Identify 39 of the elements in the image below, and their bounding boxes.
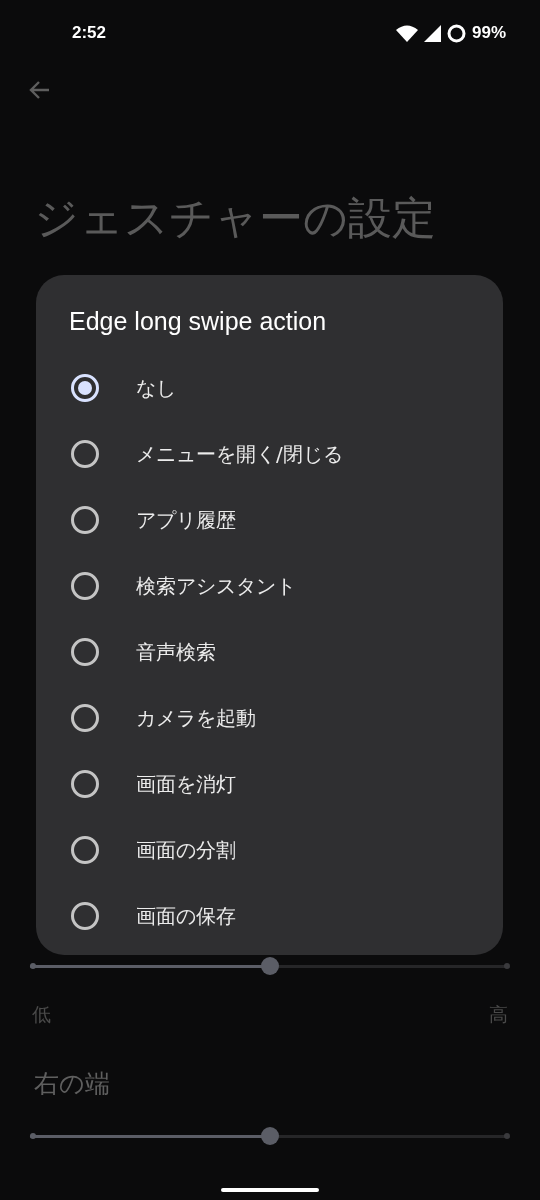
status-time: 2:52 — [72, 22, 107, 45]
radio-option[interactable]: メニューを開く/閉じる — [36, 420, 503, 487]
wifi-icon — [395, 24, 418, 42]
radio-option[interactable]: 画面の保存 — [36, 882, 503, 949]
slider[interactable] — [30, 956, 510, 976]
page-title: ジェスチャーの設定 — [34, 191, 437, 245]
radio-button[interactable] — [71, 373, 99, 402]
option-label: 画面の分割 — [136, 836, 236, 864]
radio-button[interactable] — [71, 505, 99, 534]
radio-button[interactable] — [71, 571, 99, 600]
radio-button[interactable] — [71, 637, 99, 666]
low-label: 低 — [32, 1002, 51, 1027]
option-label: 画面を消灯 — [136, 770, 236, 798]
radio-option[interactable]: アプリ履歴 — [36, 486, 503, 553]
radio-option[interactable]: 検索アシスタント — [36, 552, 503, 619]
radio-option[interactable]: なし — [36, 354, 503, 421]
radio-button[interactable] — [71, 703, 99, 732]
radio-option[interactable]: 音声検索 — [36, 618, 503, 685]
radio-button[interactable] — [71, 835, 99, 864]
option-label: 画面の保存 — [136, 902, 236, 930]
option-label: アプリ履歴 — [136, 506, 236, 534]
radio-option[interactable]: カメラを起動 — [36, 684, 503, 751]
option-label: メニューを開く/閉じる — [136, 440, 343, 468]
section-label: 右の端 — [34, 1067, 111, 1100]
high-label: 高 — [489, 1002, 508, 1027]
option-label: 検索アシスタント — [136, 572, 296, 600]
dialog-title: Edge long swipe action — [69, 306, 328, 337]
option-label: なし — [136, 374, 176, 402]
radio-option[interactable]: 画面を消灯 — [36, 750, 503, 817]
option-label: 音声検索 — [136, 638, 216, 666]
radio-button[interactable] — [71, 439, 99, 468]
slider[interactable] — [30, 1126, 510, 1146]
battery-icon — [446, 23, 466, 43]
radio-button[interactable] — [71, 769, 99, 798]
radio-option[interactable]: 画面の分割 — [36, 816, 503, 883]
option-label: カメラを起動 — [136, 704, 256, 732]
signal-icon — [423, 24, 441, 42]
radio-button[interactable] — [71, 901, 99, 930]
battery-percent: 99% — [471, 22, 506, 45]
